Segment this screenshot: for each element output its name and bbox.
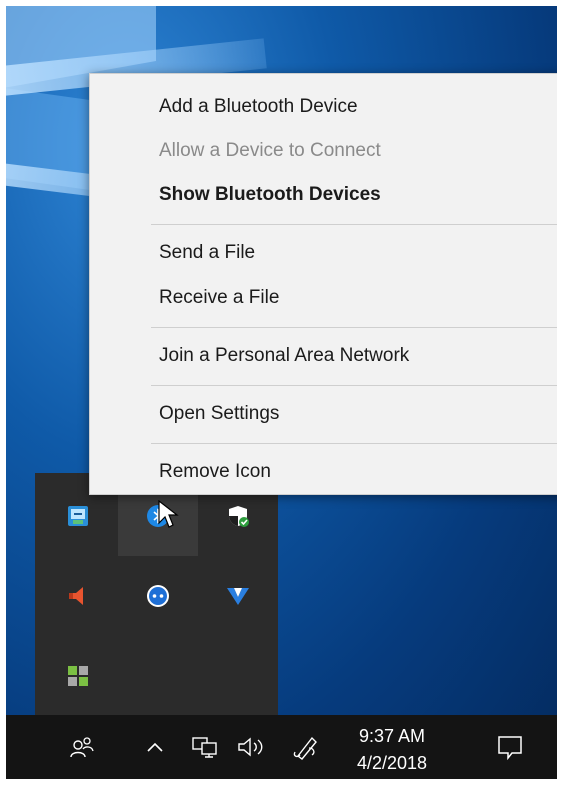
volume-icon — [238, 737, 263, 757]
network-button[interactable] — [188, 715, 222, 779]
clock-date: 4/2/2018 — [356, 753, 428, 773]
menu-separator — [151, 443, 557, 444]
menu-item-allow-device-to-connect: Allow a Device to Connect — [159, 140, 381, 161]
taskbar: 9:37 AM 4/2/2018 — [6, 715, 557, 779]
action-center-button[interactable] — [490, 715, 530, 779]
green-grid-app-icon — [68, 666, 88, 686]
menu-item-show-bluetooth-devices[interactable]: Show Bluetooth Devices — [159, 184, 381, 206]
menu-separator — [151, 224, 557, 225]
tray-green-grid-app[interactable] — [38, 636, 118, 716]
clock-time: 9:37 AM — [358, 726, 426, 746]
menu-item-send-a-file[interactable]: Send a File — [159, 242, 255, 264]
show-hidden-icons-button[interactable] — [142, 715, 168, 779]
menu-item-join-personal-area-network[interactable]: Join a Personal Area Network — [159, 345, 409, 367]
tray-speaker[interactable] — [38, 556, 118, 636]
pen-ink-icon — [293, 736, 317, 760]
volume-button[interactable] — [234, 715, 270, 779]
people-button[interactable] — [62, 715, 102, 779]
action-center-icon — [498, 736, 522, 760]
people-icon — [70, 737, 94, 758]
menu-item-add-bluetooth-device[interactable]: Add a Bluetooth Device — [159, 96, 358, 118]
menu-item-receive-a-file[interactable]: Receive a File — [159, 287, 279, 309]
menu-separator — [151, 327, 557, 328]
speaker-orange-icon — [69, 587, 83, 605]
tray-overflow-panel — [35, 473, 278, 716]
clock-button[interactable]: 9:37 AM 4/2/2018 — [352, 723, 432, 777]
tray-vpn[interactable] — [198, 556, 278, 636]
mouse-cursor-icon — [158, 500, 179, 528]
menu-item-open-settings[interactable]: Open Settings — [159, 403, 279, 425]
network-icon — [192, 737, 217, 758]
menu-item-remove-icon[interactable]: Remove Icon — [159, 461, 271, 483]
desktop: Add a Bluetooth Device Allow a Device to… — [6, 6, 557, 779]
teamviewer-icon — [147, 585, 169, 607]
tray-teamviewer[interactable] — [118, 556, 198, 636]
vpn-v-icon — [227, 588, 249, 605]
menu-separator — [151, 385, 557, 386]
network-adapter-icon — [68, 506, 88, 526]
chevron-up-icon — [147, 742, 163, 752]
windows-ink-button[interactable] — [289, 715, 323, 779]
bluetooth-context-menu: Add a Bluetooth Device Allow a Device to… — [89, 73, 557, 495]
windows-defender-icon — [229, 506, 249, 527]
